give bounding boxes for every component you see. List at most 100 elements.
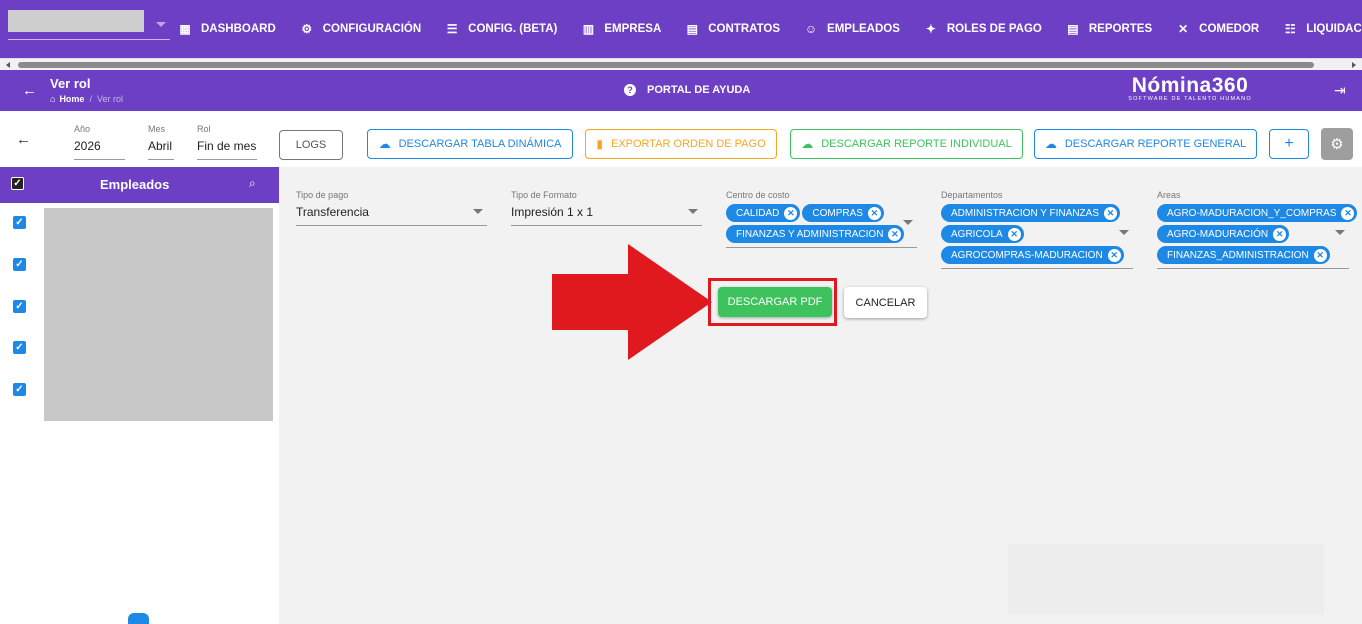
year-label: Año	[74, 124, 91, 134]
cloud-download-icon: ☁	[801, 137, 814, 151]
export-payment-order-button[interactable]: ▮ EXPORTAR ORDEN DE PAGO	[585, 129, 777, 159]
logs-button[interactable]: LOGS	[279, 130, 343, 160]
areas-select[interactable]: Areas AGRO-MADURACION_Y_COMPRAS ✕ AGRO-MAD…	[1157, 190, 1358, 269]
download-pdf-button[interactable]: DESCARGAR PDF	[718, 287, 832, 317]
breadcrumb: ⌂ Home / Ver rol	[50, 94, 123, 104]
company-select[interactable]	[8, 10, 170, 40]
filter-chip: AGRICOLA ✕	[941, 225, 1024, 243]
rol-field[interactable]: Rol Fin de mes	[197, 124, 257, 160]
horizontal-scrollbar[interactable]	[0, 58, 1362, 70]
nav-item-comedor[interactable]: ✕ COMEDOR	[1176, 22, 1259, 36]
nav-item-dashboard[interactable]: ▦ DASHBOARD	[178, 22, 275, 36]
download-individual-report-label: DESCARGAR REPORTE INDIVIDUAL	[821, 138, 1012, 150]
remove-chip-icon[interactable]: ✕	[1313, 248, 1327, 262]
cancel-button[interactable]: CANCELAR	[844, 287, 927, 318]
remove-chip-icon[interactable]: ✕	[888, 227, 902, 241]
logs-label: LOGS	[295, 139, 327, 151]
filter-chip: AGROCOMPRAS-MADURACION ✕	[941, 246, 1124, 264]
departments-select[interactable]: Departamentos ADMINISTRACION Y FINANZAS ✕…	[941, 190, 1133, 269]
filter-chip: FINANZAS_ADMINISTRACION ✕	[1157, 246, 1330, 264]
nav-item-configuraci-n[interactable]: ⚙ CONFIGURACIÓN	[300, 22, 421, 36]
clipboard-icon: ▤	[686, 22, 698, 36]
floating-button[interactable]	[128, 613, 149, 624]
chip-label: AGROCOMPRAS-MADURACION	[951, 249, 1103, 261]
chevron-down-icon	[903, 220, 913, 225]
remove-chip-icon[interactable]: ✕	[1273, 227, 1287, 241]
home-icon: ⌂	[50, 94, 56, 104]
download-pivot-button[interactable]: ☁ DESCARGAR TABLA DINÁMICA	[367, 129, 573, 159]
red-arrow-annotation	[552, 244, 712, 360]
chevron-down-icon	[688, 209, 698, 214]
scrollbar-thumb[interactable]	[18, 62, 1314, 68]
employee-checkbox[interactable]: ✓	[13, 341, 26, 354]
brand-logo: Nómina360 SOFTWARE DE TALENTO HUMANO	[1120, 74, 1260, 102]
nav-item-label: CONFIGURACIÓN	[322, 23, 422, 35]
top-navigation: ▦ DASHBOARD ⚙ CONFIGURACIÓN ☰ CONFIG. (BETA) ▥…	[0, 0, 1362, 58]
employee-checkbox[interactable]: ✓	[13, 216, 26, 229]
nav-item-empresa[interactable]: ▥ EMPRESA	[581, 22, 662, 36]
cloud-download-icon: ☁	[378, 137, 391, 151]
scroll-left-icon[interactable]	[6, 62, 10, 68]
remove-chip-icon[interactable]: ✕	[1341, 206, 1355, 220]
chevron-down-icon	[1335, 230, 1345, 235]
back-arrow-icon[interactable]: ←	[22, 82, 37, 99]
add-label: +	[1284, 135, 1294, 152]
nav-item-liquidaciones[interactable]: ☷ LIQUIDACIONES	[1283, 22, 1362, 36]
download-pivot-label: DESCARGAR TABLA DINÁMICA	[398, 138, 562, 150]
export-payment-order-label: EXPORTAR ORDEN DE PAGO	[610, 138, 766, 150]
page-title: Ver rol	[50, 76, 91, 91]
breadcrumb-current: Ver rol	[96, 94, 123, 104]
list-icon: ☷	[1284, 22, 1296, 36]
scroll-right-icon[interactable]	[1352, 62, 1356, 68]
chip-label: FINANZAS_ADMINISTRACION	[1167, 249, 1309, 261]
breadcrumb-home[interactable]: Home	[59, 94, 84, 104]
nav-item-label: LIQUIDACIONES	[1306, 23, 1362, 35]
main-menu: ▦ DASHBOARD ⚙ CONFIGURACIÓN ☰ CONFIG. (BETA) ▥…	[178, 0, 1362, 58]
payment-type-select[interactable]: Tipo de pago Transferencia	[296, 190, 487, 226]
nav-item-empleados[interactable]: ☺ EMPLEADOS	[804, 22, 900, 36]
add-button[interactable]: +	[1269, 129, 1309, 159]
filter-chip: AGRO-MADURACIÓN ✕	[1157, 225, 1290, 243]
download-individual-report-button[interactable]: ☁ DESCARGAR REPORTE INDIVIDUAL	[790, 129, 1023, 159]
nav-item-roles-de-pago[interactable]: ✦ ROLES DE PAGO	[924, 22, 1042, 36]
format-type-select[interactable]: Tipo de Formato Impresión 1 x 1	[511, 190, 702, 226]
download-general-report-button[interactable]: ☁ DESCARGAR REPORTE GENERAL	[1034, 129, 1257, 159]
departments-label: Departamentos	[941, 190, 1003, 200]
nav-item-label: CONTRATOS	[708, 23, 781, 35]
select-all-checkbox[interactable]: ✓	[11, 177, 24, 190]
toolbar: ← Año 2026 Mes Abril Rol Fin de mes LOGS…	[0, 111, 1362, 167]
year-value: 2026	[74, 139, 101, 153]
filter-chip: COMPRAS ✕	[802, 204, 884, 222]
rol-value: Fin de mes	[197, 139, 257, 153]
remove-chip-icon[interactable]: ✕	[1007, 227, 1021, 241]
chip-label: FINANZAS Y ADMINISTRACION	[736, 228, 884, 240]
year-field[interactable]: Año 2026	[74, 124, 125, 160]
download-pdf-label: DESCARGAR PDF	[727, 296, 823, 308]
remove-chip-icon[interactable]: ✕	[867, 206, 881, 220]
filter-chip: ADMINISTRACION Y FINANZAS ✕	[941, 204, 1120, 222]
nav-item-config-beta[interactable]: ☰ CONFIG. (BETA)	[445, 22, 558, 36]
back-arrow-icon[interactable]: ←	[16, 131, 31, 148]
employee-list-redacted	[44, 208, 273, 421]
remove-chip-icon[interactable]: ✕	[784, 206, 798, 220]
help-portal-link[interactable]: ? PORTAL DE AYUDA	[624, 84, 750, 96]
face-icon: ☺	[804, 22, 818, 36]
file-icon: ▮	[596, 137, 603, 151]
settings-button[interactable]: ⚙	[1321, 128, 1353, 160]
remove-chip-icon[interactable]: ✕	[1107, 248, 1121, 262]
chevron-down-icon	[473, 209, 483, 214]
chip-label: AGRO-MADURACIÓN	[1167, 228, 1269, 240]
remove-chip-icon[interactable]: ✕	[1103, 206, 1117, 220]
cost-center-select[interactable]: Centro de costo CALIDAD ✕ COMPRAS ✕ FINANZAS…	[726, 190, 917, 248]
employee-checkbox[interactable]: ✓	[13, 258, 26, 271]
employee-checkbox[interactable]: ✓	[13, 383, 26, 396]
nav-item-label: ROLES DE PAGO	[946, 23, 1042, 35]
areas-chips: AGRO-MADURACION_Y_COMPRAS ✕ AGRO-MADURACIÓ…	[1157, 204, 1358, 267]
nav-item-label: COMEDOR	[1199, 23, 1260, 35]
employee-checkbox[interactable]: ✓	[13, 300, 26, 313]
search-icon[interactable]: ⌕	[249, 176, 256, 191]
nav-item-contratos[interactable]: ▤ CONTRATOS	[685, 22, 780, 36]
nav-item-reportes[interactable]: ▤ REPORTES	[1066, 22, 1152, 36]
month-field[interactable]: Mes Abril	[148, 124, 174, 160]
logout-icon[interactable]: ⇥	[1334, 82, 1346, 99]
